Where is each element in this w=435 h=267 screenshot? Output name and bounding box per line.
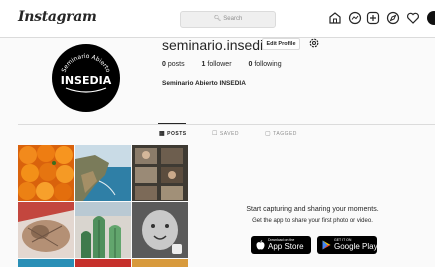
photo-grid [18,145,189,267]
grid-photo-7[interactable] [18,259,74,267]
tab-posts[interactable]: ▦ POSTS [159,130,187,137]
messenger-icon[interactable] [348,11,362,25]
profile-full-name: Seminario Abierto INSEDIA [162,80,246,87]
coastline-photo[interactable] [75,145,131,201]
tab-saved[interactable]: ☐ SAVED [212,130,239,137]
new-post-icon[interactable] [366,11,380,25]
apple-icon [256,240,265,250]
top-navigation-bar: Instagram 🔍︎ Search [0,0,435,38]
svg-text:Seminario Abierto: Seminario Abierto [61,53,112,74]
grid-photo-8[interactable] [75,259,131,267]
tag-person-icon: ▢ [265,131,272,137]
baby-photo[interactable] [132,202,188,258]
app-store-button[interactable]: Download on the App Store [251,236,311,254]
active-tab-indicator [158,123,186,124]
explore-icon[interactable] [386,11,400,25]
google-play-icon [322,240,331,250]
followers-stat[interactable]: 1 follower [202,61,232,68]
google-play-button[interactable]: GET IT ON Google Play [317,236,378,254]
photobooth-photo[interactable] [132,145,188,201]
search-icon: 🔍︎ [213,16,222,22]
instagram-logo[interactable]: Instagram [18,9,97,25]
home-icon[interactable] [328,11,342,25]
search-input[interactable]: 🔍︎ Search [180,11,276,28]
following-stat[interactable]: 0 following [248,61,281,68]
profile-avatar-small[interactable] [427,11,435,25]
grid-photo-9[interactable] [132,259,188,267]
profile-avatar[interactable]: Seminario Abierto INSEDIA [52,44,120,112]
promo-title: Start capturing and sharing your moments… [246,206,379,213]
google-play-big-text: Google Play [334,242,378,251]
promo-subtitle: Get the app to share your first photo or… [252,218,373,224]
svg-text:INSEDIA: INSEDIA [61,74,112,87]
search-placeholder: Search [223,16,243,22]
profile-stats: 0 posts 1 follower 0 following [162,61,297,68]
edit-profile-button[interactable]: Edit Profile [262,38,300,50]
posts-stat: 0 posts [162,61,185,68]
oranges-photo[interactable] [18,145,74,201]
activity-heart-icon[interactable] [406,11,420,25]
cactus-photo[interactable] [75,202,131,258]
settings-gear-icon[interactable] [308,37,320,49]
tab-tagged[interactable]: ▢ TAGGED [265,130,297,137]
profile-username: seminario.insedia [162,37,271,53]
grid-icon: ▦ [159,131,166,137]
cat-photo[interactable] [18,202,74,258]
tabs-divider [18,124,435,125]
bookmark-icon: ☐ [212,131,218,137]
app-store-big-text: App Store [268,242,304,251]
